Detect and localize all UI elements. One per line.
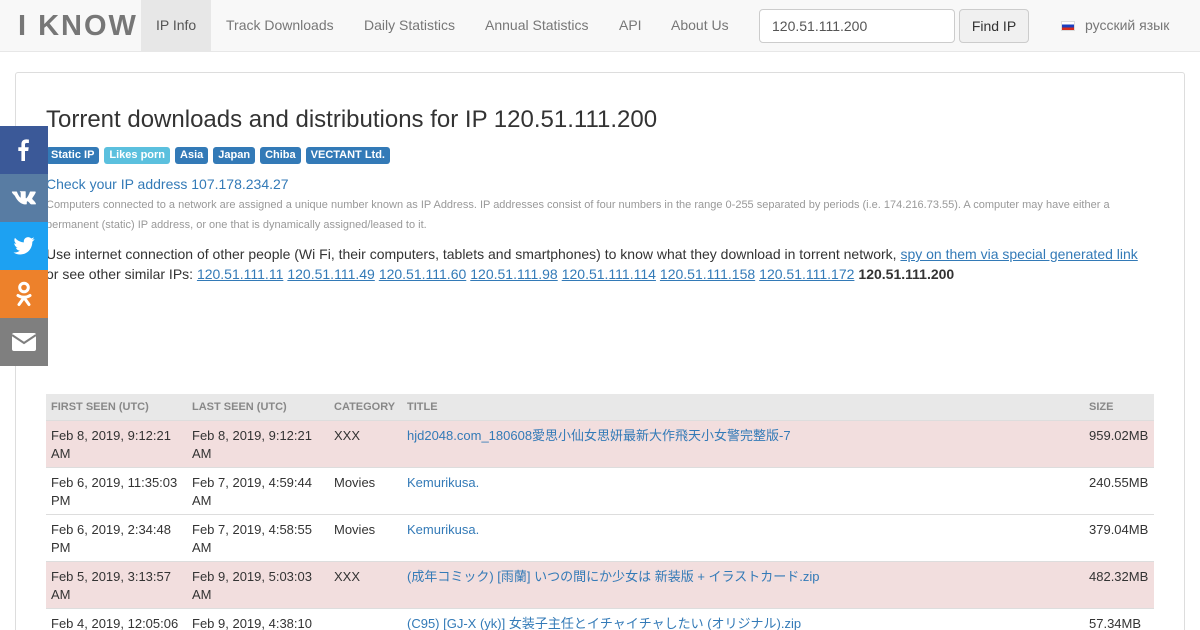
title-cell: Kemurikusa. [402,513,1084,561]
facebook-share-button[interactable] [0,126,48,174]
check-your-ip-link[interactable]: Check your IP address 107.178.234.27 [46,176,289,192]
similar-ip-link[interactable]: 120.51.111.98 [470,266,557,282]
size-cell: 482.32MB [1084,560,1154,608]
first-seen-cell: Feb 5, 2019, 3:13:57 AM [46,560,187,608]
torrent-title-link[interactable]: (C95) [GJ-X (yk)] 女装子主任とイチャイチャしたい (オリジナル… [407,616,801,630]
category-cell: XXX [329,419,402,467]
find-ip-button[interactable]: Find IP [959,9,1029,43]
title-cell: (成年コミック) [雨蘭] いつの間にか少女は 新装版 + イラストカード.zi… [402,560,1084,608]
similar-label: or see other similar IPs: [46,266,197,282]
torrent-title-link[interactable]: hjd2048.com_180608愛思小仙女思妍最新大作飛天小女警完整版-7 [407,428,791,443]
spy-paragraph: Use internet connection of other people … [46,244,1156,264]
table-header-row: FIRST SEEN (UTC) LAST SEEN (UTC) CATEGOR… [46,394,1154,421]
badge-likes-porn: Likes porn [104,147,171,164]
vk-icon [11,191,36,205]
size-cell: 959.02MB [1084,419,1154,467]
brand-logo[interactable]: I KNOW [18,10,138,43]
torrent-title-link[interactable]: Kemurikusa. [407,475,479,490]
torrent-title-link[interactable]: (成年コミック) [雨蘭] いつの間にか少女は 新装版 + イラストカード.zi… [407,569,820,584]
similar-ip-link[interactable]: 120.51.111.60 [379,266,466,282]
similar-ip-link[interactable]: 120.51.111.172 [759,266,854,282]
last-seen-cell: Feb 7, 2019, 4:58:55 AM [187,513,329,561]
badge-static-ip: Static IP [46,147,100,164]
title-cell: (C95) [GJ-X (yk)] 女装子主任とイチャイチャしたい (オリジナル… [402,607,1084,630]
col-title: TITLE [402,394,1084,421]
first-seen-cell: Feb 6, 2019, 2:34:48 PM [46,513,187,561]
ip-description: Computers connected to a network are ass… [46,199,1110,231]
size-cell: 379.04MB [1084,513,1154,561]
nav-annual-statistics[interactable]: Annual Statistics [470,0,604,51]
size-cell: 240.55MB [1084,466,1154,514]
top-navbar: I KNOW IP Info Track Downloads Daily Sta… [0,0,1200,52]
social-share-bar [0,126,48,366]
nav-api[interactable]: API [604,0,657,51]
odnoklassniki-icon [16,281,32,306]
ip-search-input[interactable] [759,9,955,43]
similar-ips: or see other similar IPs: 120.51.111.11 1… [46,264,1156,284]
language-switch[interactable]: русский язык [1061,0,1169,51]
similar-ip-link[interactable]: 120.51.111.11 [197,266,283,282]
last-seen-cell: Feb 9, 2019, 5:03:03 AM [187,560,329,608]
email-icon [12,333,36,351]
last-seen-cell: Feb 9, 2019, 4:38:10 [187,607,329,630]
similar-ip-link[interactable]: 120.51.111.49 [287,266,374,282]
first-seen-cell: Feb 4, 2019, 12:05:06 [46,607,187,630]
col-size: SIZE [1084,394,1154,421]
twitter-icon [13,237,35,255]
nav-track-downloads[interactable]: Track Downloads [211,0,349,51]
badge-region: Asia [175,147,209,164]
col-first-seen: FIRST SEEN (UTC) [46,394,187,421]
nav-about-us[interactable]: About Us [656,0,744,51]
size-cell: 57.34MB [1084,607,1154,630]
page-title: Torrent downloads and distributions for … [46,106,658,133]
col-last-seen: LAST SEEN (UTC) [187,394,329,421]
category-cell: Movies [329,466,402,514]
col-category: CATEGORY [329,394,402,421]
table-row: Feb 8, 2019, 9:12:21 AM Feb 8, 2019, 9:1… [46,419,1154,467]
category-cell: XXX [329,560,402,608]
table-row: Feb 4, 2019, 12:05:06 Feb 9, 2019, 4:38:… [46,607,1154,630]
badge-city: Chiba [260,147,301,164]
similar-ip-link[interactable]: 120.51.111.158 [660,266,755,282]
spy-link[interactable]: spy on them via special generated link [900,246,1137,262]
badge-country: Japan [213,147,256,164]
current-ip: 120.51.111.200 [858,266,955,282]
title-cell: Kemurikusa. [402,466,1084,514]
similar-ip-link[interactable]: 120.51.111.114 [562,266,656,282]
nav-daily-statistics[interactable]: Daily Statistics [349,0,470,51]
torrent-table: FIRST SEEN (UTC) LAST SEEN (UTC) CATEGOR… [46,394,1154,630]
category-cell: Movies [329,513,402,561]
spy-text: Use internet connection of other people … [46,246,901,262]
vk-share-button[interactable] [0,174,48,222]
first-seen-cell: Feb 6, 2019, 11:35:03 PM [46,466,187,514]
last-seen-cell: Feb 7, 2019, 4:59:44 AM [187,466,329,514]
nav-ip-info[interactable]: IP Info [141,0,212,51]
email-share-button[interactable] [0,318,48,366]
russian-flag-icon [1061,21,1075,31]
torrent-title-link[interactable]: Kemurikusa. [407,522,479,537]
title-cell: hjd2048.com_180608愛思小仙女思妍最新大作飛天小女警完整版-7 [402,419,1084,467]
first-seen-cell: Feb 8, 2019, 9:12:21 AM [46,419,187,467]
category-cell [329,607,402,630]
last-seen-cell: Feb 8, 2019, 9:12:21 AM [187,419,329,467]
table-row: Feb 6, 2019, 11:35:03 PM Feb 7, 2019, 4:… [46,466,1154,514]
table-row: Feb 6, 2019, 2:34:48 PM Feb 7, 2019, 4:5… [46,513,1154,561]
twitter-share-button[interactable] [0,222,48,270]
facebook-icon [18,139,29,161]
badge-isp: VECTANT Ltd. [305,147,390,164]
ip-badges: Static IP Likes porn Asia Japan Chiba VE… [46,147,390,164]
language-label: русский язык [1085,17,1170,33]
table-row: Feb 5, 2019, 3:13:57 AM Feb 9, 2019, 5:0… [46,560,1154,608]
odnoklassniki-share-button[interactable] [0,270,48,318]
